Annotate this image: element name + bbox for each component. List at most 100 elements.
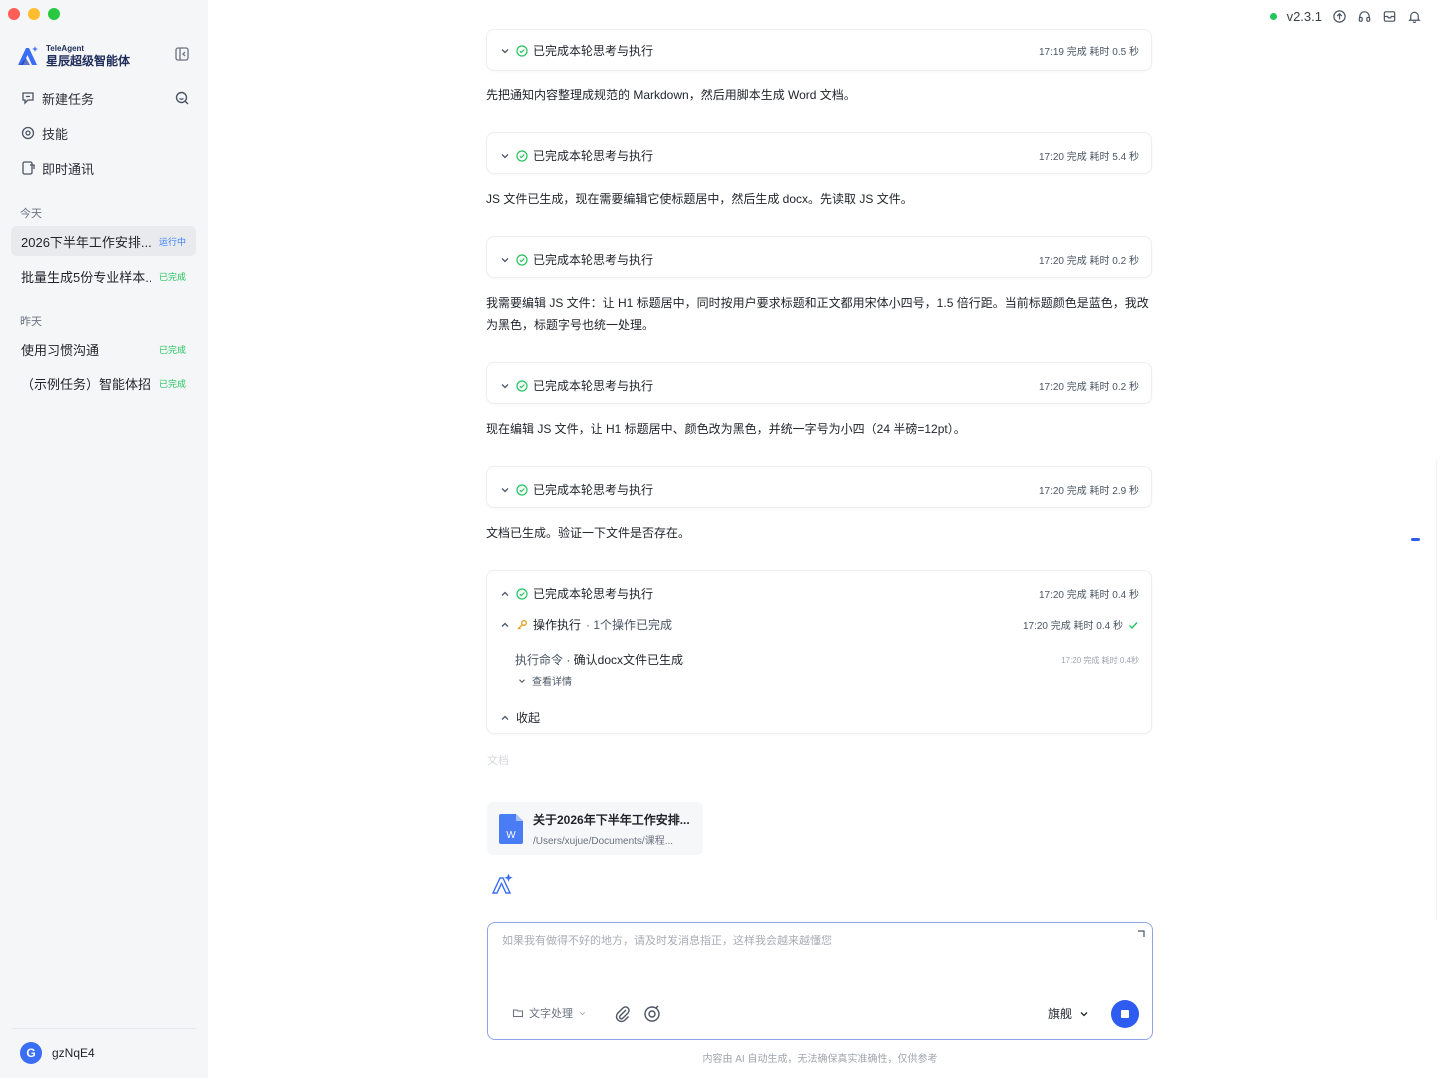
check-circle-icon [516,149,528,162]
chevron-down-icon[interactable] [499,45,511,57]
message-input[interactable] [502,935,1122,947]
scrollbar-track[interactable] [1436,460,1437,920]
sidebar-collapse-icon[interactable] [174,46,190,62]
expand-icon[interactable] [1136,929,1146,939]
inbox-icon[interactable] [1382,9,1397,24]
operation-row[interactable]: 操作执行 · 1个操作已完成 17:20 完成 耗时 0.4 秒 [499,616,1139,633]
step-label: 已完成本轮思考与执行 [533,587,654,601]
im-nav-item[interactable]: 即时通讯 [20,158,94,178]
task-item[interactable]: 2026下半年工作安排... 运行中 [11,226,196,256]
chevron-down-icon[interactable] [499,254,511,266]
skill-target-icon[interactable] [643,1005,661,1023]
step-card[interactable]: 已完成本轮思考与执行 17:20 完成 耗时 0.2 秒 [486,236,1152,278]
step-meta: 17:20 完成 耗时 2.9 秒 [1038,486,1139,497]
new-task-icon [22,92,34,105]
chevron-up-icon [501,715,509,720]
chevron-down-icon[interactable] [499,484,511,496]
task-status-badge: 已完成 [158,271,186,282]
task-title: （示例任务）智能体招... [21,376,151,392]
paperclip-icon[interactable] [614,1005,632,1023]
maximize-window-button[interactable] [48,8,60,20]
step-card[interactable]: 已完成本轮思考与执行 17:20 完成 耗时 0.2 秒 [486,362,1152,404]
command-name: 确认docx文件已生成 [573,653,684,667]
close-window-button[interactable] [8,8,20,20]
assistant-message: 先把通知内容整理成规范的 Markdown，然后用脚本生成 Word 文档。 [486,88,856,102]
chevron-up-icon[interactable] [499,588,511,600]
skills-icon [21,126,35,140]
upload-icon[interactable] [1332,9,1347,24]
step-meta: 17:20 完成 耗时 5.4 秒 [1038,152,1139,163]
step-card[interactable]: 已完成本轮思考与执行 17:20 完成 耗时 2.9 秒 [486,466,1152,508]
file-path: /Users/xujue/Documents/课程... [533,835,674,847]
step-card[interactable]: 已完成本轮思考与执行 17:19 完成 耗时 0.5 秒 [486,29,1152,71]
search-icon[interactable] [174,90,190,106]
new-task-button[interactable]: 新建任务 [20,88,94,108]
task-item[interactable]: （示例任务）智能体招... 已完成 [11,368,196,398]
file-card[interactable]: W 关于2026年下半年工作安排... /Users/xujue/Documen… [487,802,703,855]
stop-generation-button[interactable] [1111,1000,1139,1028]
avatar: G [20,1042,42,1064]
brand-logo-icon [18,46,38,65]
model-selector[interactable]: 旗舰 [1048,1005,1090,1022]
chevron-down-icon [579,1011,586,1015]
task-title: 批量生成5份专业样本... [21,269,151,285]
collapse-button[interactable]: 收起 [499,709,1139,726]
scroll-position-marker[interactable] [1411,538,1420,541]
minimize-window-button[interactable] [28,8,40,20]
check-circle-icon [516,253,528,266]
task-title: 2026下半年工作安排... [21,234,151,250]
chevron-down-icon[interactable] [499,150,511,162]
headset-icon[interactable] [1357,9,1372,24]
chevron-down-icon [519,678,525,683]
model-label: 旗舰 [1048,1007,1073,1021]
step-meta: 17:20 完成 耗时 0.2 秒 [1038,382,1139,393]
bell-icon[interactable] [1407,9,1422,24]
assistant-message: JS 文件已生成，现在需要编辑它使标题居中，然后生成 docx。先读取 JS 文… [486,192,913,206]
chevron-down-icon [1080,1011,1088,1016]
chevron-up-icon[interactable] [499,619,511,631]
checkmark-icon [1129,621,1138,629]
im-label: 即时通讯 [42,161,95,177]
today-section-label: 今天 [20,208,42,220]
assistant-message: 我需要编辑 JS 文件：让 H1 标题居中，同时按用户要求标题和正文都用宋体小四… [486,296,1149,332]
key-icon [517,619,527,629]
window-controls [8,8,60,20]
file-name: 关于2026年下半年工作安排... [533,812,690,827]
check-circle-icon [516,44,528,57]
step-label: 已完成本轮思考与执行 [533,253,654,267]
skills-label: 技能 [42,126,69,142]
check-circle-icon [516,483,528,496]
view-details-label: 查看详情 [532,677,572,688]
task-item[interactable]: 使用习惯沟通 已完成 [11,334,196,364]
new-task-label: 新建任务 [42,91,95,107]
sidebar-divider [12,1028,196,1029]
user-name: gzNqE4 [52,1046,95,1060]
sidebar: TeleAgent 星辰超级智能体 新建任务 技能 即时通讯 今天 2026下半… [0,0,208,1078]
task-status-badge: 运行中 [158,236,186,247]
user-profile[interactable]: G gzNqE4 [20,1042,95,1064]
chat-phone-icon [22,161,35,175]
tool-selector[interactable]: 文字处理 [506,1003,593,1023]
step-card-expanded: 已完成本轮思考与执行 17:20 完成 耗时 0.4 秒 操作执行 · 1个操作… [486,570,1152,734]
yesterday-section-label: 昨天 [20,316,42,328]
assistant-message: 文档已生成。验证一下文件是否存在。 [486,526,691,540]
task-item[interactable]: 批量生成5份专业样本... 已完成 [11,261,196,291]
operation-title: 操作执行 [533,618,582,632]
chevron-down-icon[interactable] [499,380,511,392]
step-meta: 17:19 完成 耗时 0.5 秒 [1038,47,1139,58]
online-status-dot [1269,13,1277,20]
command-prefix: 执行命令 · [515,653,574,667]
task-status-badge: 已完成 [158,344,186,355]
step-meta: 17:20 完成 耗时 0.2 秒 [1038,256,1139,267]
step-card[interactable]: 已完成本轮思考与执行 17:20 完成 耗时 5.4 秒 [486,132,1152,174]
operation-summary: · 1个操作已完成 [586,618,673,632]
check-circle-icon [516,379,528,392]
step-label: 已完成本轮思考与执行 [533,379,654,393]
view-details-button[interactable]: 查看详情 [517,673,572,688]
command-meta: 17:20 完成 耗时 0.4秒 [1061,656,1139,665]
version-label: v2.3.1 [1286,9,1322,24]
skills-nav-item[interactable]: 技能 [20,123,68,143]
message-composer: 文字处理 旗舰 [487,922,1153,1040]
brand: TeleAgent 星辰超级智能体 [16,44,130,68]
stop-icon [1121,1010,1129,1018]
